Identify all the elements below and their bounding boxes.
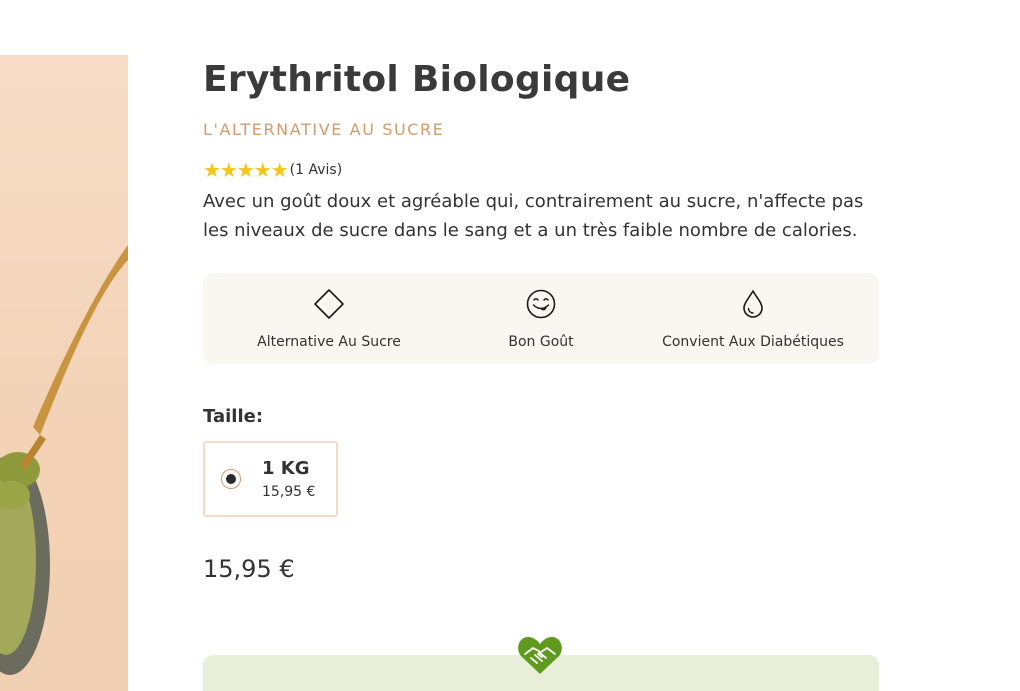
product-photo — [0, 245, 128, 675]
size-radio[interactable] — [221, 469, 241, 489]
product-title: Erythritol Biologique — [203, 59, 631, 100]
feature-good-taste: Bon Goût — [441, 288, 641, 350]
review-count-link[interactable]: (1 Avis) — [290, 162, 343, 178]
feature-diabetic-friendly: Convient Aux Diabétiques — [653, 288, 853, 350]
feature-label: Bon Goût — [508, 333, 574, 350]
rating-stars: ★★★★★ — [203, 158, 289, 182]
feature-sugar-alternative: Alternative Au Sucre — [229, 288, 429, 350]
drop-icon — [743, 289, 763, 318]
feature-label: Convient Aux Diabétiques — [662, 333, 844, 350]
product-details: Erythritol Biologique L'ALTERNATIVE AU S… — [203, 55, 879, 583]
size-option-name: 1 KG — [262, 458, 310, 479]
feature-label: Alternative Au Sucre — [257, 333, 401, 350]
heart-handshake-icon — [518, 637, 562, 674]
size-option-text: 1 KG 15,95 € — [262, 458, 315, 500]
yummy-face-icon — [526, 289, 556, 318]
size-option-1kg[interactable]: 1 KG 15,95 € — [203, 441, 338, 517]
product-rating: ★★★★★ (1 Avis) — [203, 157, 879, 183]
size-option-price: 15,95 € — [262, 484, 316, 500]
product-subtitle: L'ALTERNATIVE AU SUCRE — [203, 120, 445, 139]
size-label: Taille: — [203, 406, 264, 427]
product-price: 15,95 € — [203, 555, 295, 583]
product-image — [0, 55, 128, 691]
diamond-icon — [314, 288, 344, 319]
feature-highlights: Alternative Au Sucre Bon Goût Convient A… — [203, 273, 879, 364]
product-description: Avec un goût doux et agréable qui, contr… — [203, 191, 864, 241]
radio-selected-dot — [226, 474, 236, 484]
